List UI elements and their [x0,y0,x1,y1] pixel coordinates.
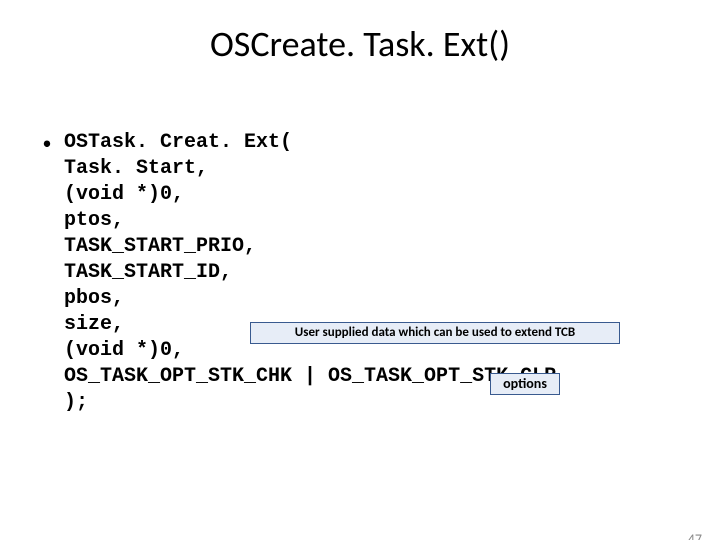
code-line: TASK_START_ID, [64,261,232,284]
code-line: size, [64,313,124,336]
callout-tcb: User supplied data which can be used to … [250,322,620,344]
callout-options: options [490,373,560,395]
code-line: Task. Start, [64,157,208,180]
code-line: ptos, [64,209,124,232]
code-line: ); [64,391,88,414]
code-line: (void *)0, [64,183,184,206]
bullet-row: • OSTask. Creat. Ext( Task. Start, (void… [30,130,690,416]
code-line: OS_TASK_OPT_STK_CHK | OS_TASK_OPT_STK_CL… [64,365,556,388]
slide-title: OSCreate. Task. Ext() [0,22,720,66]
bullet-marker: • [30,130,64,156]
code-line: TASK_START_PRIO, [64,235,256,258]
code-block: OSTask. Creat. Ext( Task. Start, (void *… [64,130,556,416]
code-line: (void *)0, [64,339,184,362]
page-number: 47 [688,531,702,540]
slide-body: • OSTask. Creat. Ext( Task. Start, (void… [30,130,690,416]
code-line: OSTask. Creat. Ext( [64,131,292,154]
code-line: pbos, [64,287,124,310]
